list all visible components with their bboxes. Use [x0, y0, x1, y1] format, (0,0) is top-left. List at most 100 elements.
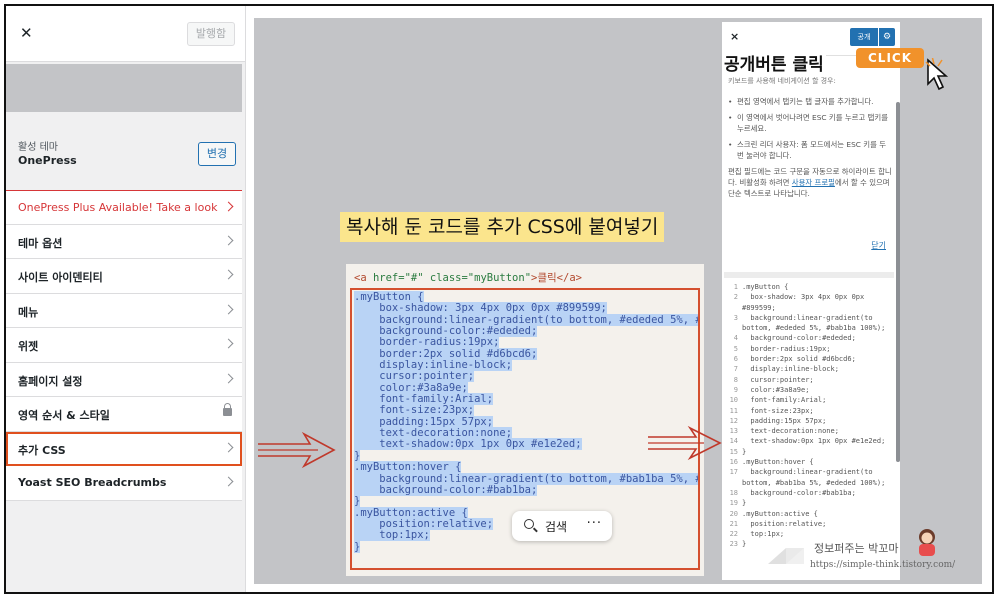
editor-line: 12 padding:15px 57px; — [724, 416, 894, 426]
editor-line-text: text-decoration:none; — [742, 427, 839, 436]
gear-icon[interactable]: ⚙ — [879, 28, 895, 46]
line-number: 8 — [733, 375, 738, 384]
editor-line: 4 background-color:#ededed; — [724, 333, 894, 343]
editor-line: 5 border-radius:19px; — [724, 344, 894, 354]
close-help-link[interactable]: 닫기 — [871, 240, 886, 251]
sidebar-header: ✕ 발행함 — [6, 6, 245, 62]
line-number: 7 — [733, 365, 738, 374]
editor-line-text: } — [742, 540, 747, 549]
close-icon[interactable]: × — [730, 30, 739, 43]
publish-button[interactable]: 발행함 — [187, 22, 235, 46]
line-number: 6 — [733, 355, 738, 364]
editor-line-text: border-radius:19px; — [742, 344, 831, 353]
sidebar-item-label: 테마 옵션 — [18, 236, 63, 250]
sidebar-item-label: 위젯 — [18, 340, 39, 353]
line-number: 22 — [729, 530, 738, 539]
editor-line-text: display:inline-block; — [742, 365, 839, 374]
line-number: 1 — [733, 283, 738, 291]
sidebar-item-homepage-settings[interactable]: 홈페이지 설정 — [6, 362, 242, 397]
line-number: 5 — [733, 344, 738, 353]
line-number: 14 — [729, 437, 738, 446]
sidebar-item-theme-options[interactable]: 테마 옵션 — [6, 224, 242, 259]
search-icon — [524, 519, 534, 529]
editor-line-text: color:#3a8a9e; — [742, 385, 810, 394]
sidebar-item-label: 사이트 아이덴티티 — [18, 271, 103, 284]
line-number: 3 — [733, 313, 738, 322]
editor-line-text: background-color:#ededed; — [742, 334, 856, 343]
css-editor[interactable]: 1 .myButton {2 box-shadow: 3px 4px 0px 0p… — [724, 272, 894, 578]
line-number: 23 — [729, 540, 738, 549]
more-icon[interactable]: ··· — [587, 516, 602, 531]
keyboard-help-title: 키보드를 사용해 네비게이션 할 경우: — [728, 77, 836, 85]
line-number: 9 — [733, 385, 738, 394]
code-line: } — [354, 495, 361, 508]
editor-line: 9 color:#3a8a9e; — [724, 385, 894, 395]
editor-line: 18 background-color:#bab1ba; — [724, 488, 894, 498]
help-item: 편집 영역에서 탭키는 탭 글자를 추가합니다. — [728, 96, 892, 107]
sidebar-item-label: OnePress Plus Available! Take a look — [18, 201, 218, 214]
editor-line: #899599; — [724, 303, 894, 313]
line-number: 11 — [729, 406, 738, 415]
editor-line: 14 text-shadow:0px 1px 0px #e1e2ed; — [724, 436, 894, 446]
sidebar-item-widgets[interactable]: 위젯 — [6, 328, 242, 363]
close-icon[interactable]: ✕ — [20, 24, 33, 42]
sidebar-item-label: 메뉴 — [18, 305, 39, 319]
editor-line: bottom, #ededed 5%, #bab1ba 100%); — [724, 323, 894, 333]
editor-line-text: font-family:Arial; — [742, 396, 827, 405]
line-number: 18 — [729, 488, 738, 497]
line-number: 2 — [733, 293, 738, 302]
editor-line-text: padding:15px 57px; — [742, 416, 827, 425]
sidebar-item-label: 영역 순서 & 스타일 — [18, 409, 110, 422]
publish-button[interactable]: 공개 — [850, 28, 878, 46]
click-publish-caption: 공개버튼 클릭 — [722, 50, 826, 75]
mouse-cursor-icon — [925, 58, 949, 91]
active-theme-label: 활성 테마 — [18, 142, 58, 153]
instruction-headline: 복사해 둔 코드를 추가 CSS에 붙여넣기 — [340, 212, 665, 242]
sidebar-notice-area — [6, 64, 242, 112]
chevron-right-icon — [223, 269, 234, 280]
code-line: background-color:#bab1ba; — [354, 483, 538, 496]
line-number: 21 — [729, 519, 738, 528]
line-number: 16 — [729, 458, 738, 467]
editor-line-text: .myButton:active { — [742, 509, 818, 518]
active-theme-name: OnePress — [18, 154, 77, 167]
sidebar-item-additional-css[interactable]: 추가 CSS — [6, 431, 242, 466]
line-number: 12 — [729, 416, 738, 425]
sidebar-item-site-identity[interactable]: 사이트 아이덴티티 — [6, 259, 242, 294]
arrow-right-icon — [648, 425, 722, 461]
line-number: 13 — [729, 427, 738, 436]
editor-line-text: text-shadow:0px 1px 0px #e1e2ed; — [742, 437, 886, 446]
editor-line-text: background-color:#bab1ba; — [742, 488, 856, 497]
editor-line: bottom, #bab1ba 5%, #ededed 100%); — [724, 478, 894, 488]
arrow-right-icon — [258, 431, 336, 469]
sidebar-item-label: 홈페이지 설정 — [18, 374, 83, 388]
code-line: } — [354, 540, 361, 553]
code-line: .myButton:hover { — [354, 461, 462, 474]
search-popup[interactable]: 검색 ··· — [512, 511, 612, 541]
editor-line: 17 background:linear-gradient(to — [724, 467, 894, 477]
avatar-character-icon — [919, 529, 935, 556]
screenshot-frame: ✕ 발행함 활성 테마 OnePress 변경 OnePress Plus Av… — [4, 4, 994, 594]
editor-line-text: bottom, #ededed 5%, #bab1ba 100%); — [742, 324, 886, 333]
line-number: 17 — [729, 468, 738, 477]
editor-line-text: position:relative; — [742, 519, 827, 528]
change-theme-button[interactable]: 변경 — [198, 142, 236, 166]
editor-line: 6 border:2px solid #d6bcd6; — [724, 354, 894, 364]
sidebar-item-menus[interactable]: 메뉴 — [6, 293, 242, 328]
editor-line: 10 font-family:Arial; — [724, 395, 894, 405]
user-profile-link[interactable]: 사용자 프로필 — [792, 178, 835, 187]
editor-line: 3 background:linear-gradient(to — [724, 313, 894, 323]
line-number: 20 — [729, 509, 738, 518]
editor-line-text: .myButton { — [742, 283, 789, 291]
editor-line: 21 position:relative; — [724, 519, 894, 529]
sidebar-item-onepress-plus[interactable]: OnePress Plus Available! Take a look — [6, 190, 242, 225]
customizer-sidebar: ✕ 발행함 활성 테마 OnePress 변경 OnePress Plus Av… — [6, 6, 246, 592]
syntax-help-text: 편집 필드에는 코드 구문을 자동으로 하이라이트 합니다. 비활성화 하려면 … — [728, 167, 892, 198]
sidebar-item-yoast-breadcrumbs[interactable]: Yoast SEO Breadcrumbs — [6, 466, 242, 501]
sidebar-item-section-order[interactable]: 영역 순서 & 스타일 — [6, 397, 242, 432]
click-badge: CLICK — [856, 48, 924, 68]
editor-line: 20 .myButton:active { — [724, 509, 894, 519]
editor-line-text: background:linear-gradient(to — [742, 468, 873, 477]
scrollbar[interactable] — [896, 102, 900, 462]
watermark-name: 정보퍼주는 박꼬마 — [814, 542, 899, 555]
